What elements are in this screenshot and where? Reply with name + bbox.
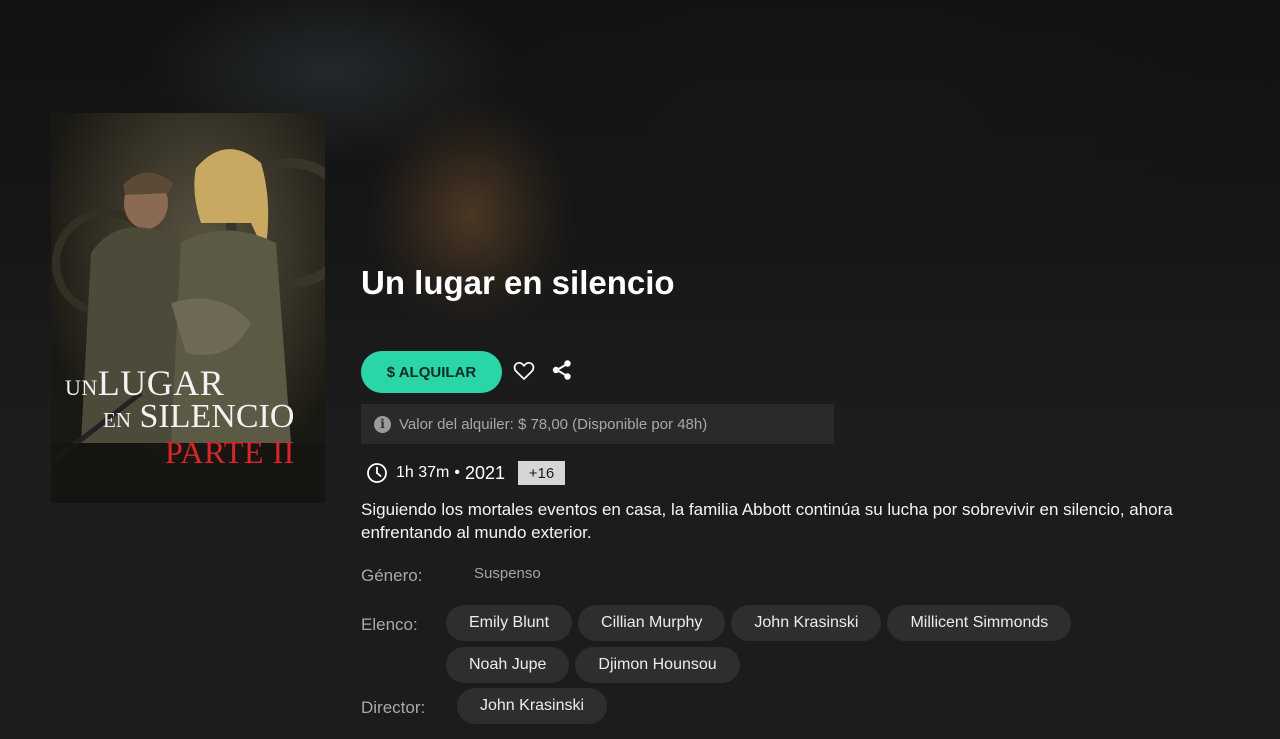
rent-button[interactable]: $ ALQUILAR: [361, 351, 502, 393]
cast-chip[interactable]: Millicent Simmonds: [887, 605, 1072, 641]
synopsis: Siguiendo los mortales eventos en casa, …: [361, 500, 1173, 542]
duration: 1h 37m: [396, 464, 450, 481]
director-label: Director:: [361, 698, 426, 717]
rental-info-text: Valor del alquiler: $ 78,00 (Disponible …: [399, 415, 708, 433]
poster-title-en: EN: [103, 408, 131, 432]
cast-chip[interactable]: Djimon Hounsou: [575, 647, 740, 683]
share-button[interactable]: [551, 359, 573, 381]
info-icon: i: [374, 415, 391, 433]
cast-list-continued: Noah Jupe Djimon Hounsou: [446, 647, 740, 683]
clock-icon: [367, 463, 387, 483]
director-list: John Krasinski: [457, 688, 608, 724]
movie-meta: 1h 37m • 2021 +16: [366, 459, 566, 487]
cast-chip[interactable]: John Krasinski: [731, 605, 882, 641]
age-rating-badge: +16: [518, 461, 566, 485]
cast-list: Emily Blunt Cillian Murphy John Krasinsk…: [446, 605, 1072, 641]
movie-title: Un lugar en silencio: [361, 264, 675, 301]
genre-value: Suspenso: [474, 565, 541, 582]
rental-info-box: i Valor del alquiler: $ 78,00 (Disponibl…: [361, 404, 834, 444]
cast-label: Elenco:: [361, 615, 418, 634]
poster-title: UNLUGAR EN SILENCIO PARTE II: [65, 365, 315, 468]
director-chip[interactable]: John Krasinski: [457, 688, 608, 724]
release-year: 2021: [464, 462, 506, 483]
poster-title-un: UN: [65, 375, 98, 400]
favorite-button[interactable]: [512, 359, 536, 383]
heart-icon: [513, 361, 535, 380]
meta-separator: •: [454, 464, 460, 481]
share-icon: [552, 360, 571, 380]
movie-detail-page: UNLUGAR EN SILENCIO PARTE II Un lugar en…: [0, 0, 1280, 739]
cast-chip[interactable]: Emily Blunt: [446, 605, 573, 641]
poster-title-parte: PARTE II: [165, 434, 295, 470]
poster-title-silencio: SILENCIO: [139, 398, 295, 435]
cast-chip[interactable]: Cillian Murphy: [578, 605, 726, 641]
movie-poster: UNLUGAR EN SILENCIO PARTE II: [51, 113, 325, 503]
cast-chip[interactable]: Noah Jupe: [446, 647, 570, 683]
poster-title-lugar: LUGAR: [97, 363, 225, 403]
genre-label: Género:: [361, 566, 423, 585]
